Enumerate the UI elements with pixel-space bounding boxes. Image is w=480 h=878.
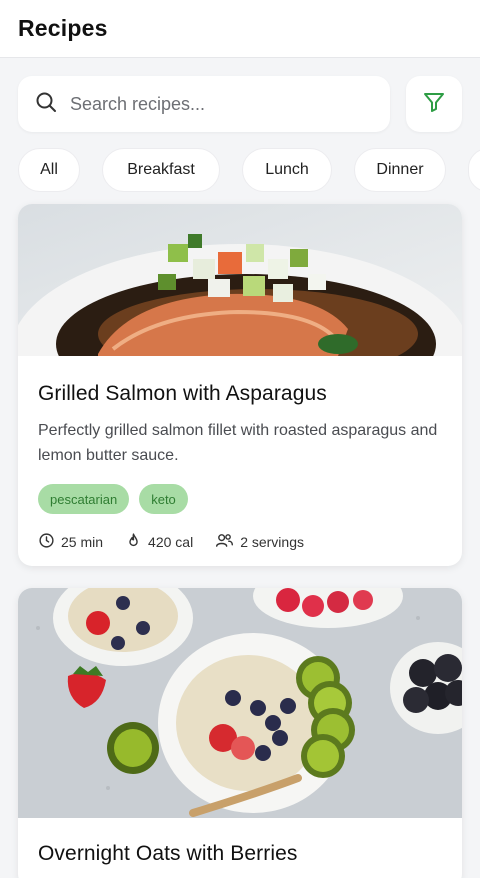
recipe-title: Grilled Salmon with Asparagus (38, 382, 327, 405)
time-value: 25 min (61, 534, 104, 550)
tag-keto[interactable]: keto (139, 484, 188, 514)
recipe-image-salmon (18, 204, 462, 356)
clock-icon (38, 532, 55, 552)
recipe-title: Overnight Oats with Berries (38, 842, 298, 865)
flame-icon (125, 532, 142, 552)
filter-icon (422, 90, 446, 119)
chip-lunch[interactable]: Lunch (242, 148, 332, 192)
filter-button[interactable] (406, 76, 462, 132)
recipe-image-oats (18, 588, 462, 818)
search-row (18, 76, 462, 132)
chip-all[interactable]: All (18, 148, 80, 192)
people-icon (215, 532, 234, 552)
meta-time: 25 min (38, 532, 103, 552)
chip-more-partial[interactable] (468, 148, 480, 192)
recipe-description: Perfectly grilled salmon fillet with roa… (38, 422, 438, 464)
recipe-meta: 25 min 420 cal 2 servings (38, 532, 442, 552)
chip-dinner[interactable]: Dinner (354, 148, 446, 192)
meta-servings: 2 servings (215, 532, 304, 552)
tag-pescatarian[interactable]: pescatarian (38, 484, 130, 514)
recipe-card[interactable]: Grilled Salmon with Asparagus Perfectly … (18, 204, 462, 566)
page-title: Recipes (18, 15, 108, 41)
app-header: Recipes (0, 0, 480, 58)
meta-calories: 420 cal (125, 532, 193, 552)
search-icon (34, 90, 58, 119)
recipe-card[interactable]: Overnight Oats with Berries (18, 588, 462, 878)
category-chips: All Breakfast Lunch Dinner (18, 148, 480, 194)
recipe-tags: pescatarian keto (38, 484, 442, 514)
search-box[interactable] (18, 76, 390, 132)
servings-value: 2 servings (240, 534, 304, 550)
calories-value: 420 cal (148, 534, 194, 550)
chip-breakfast[interactable]: Breakfast (102, 148, 220, 192)
search-input[interactable] (70, 93, 360, 115)
